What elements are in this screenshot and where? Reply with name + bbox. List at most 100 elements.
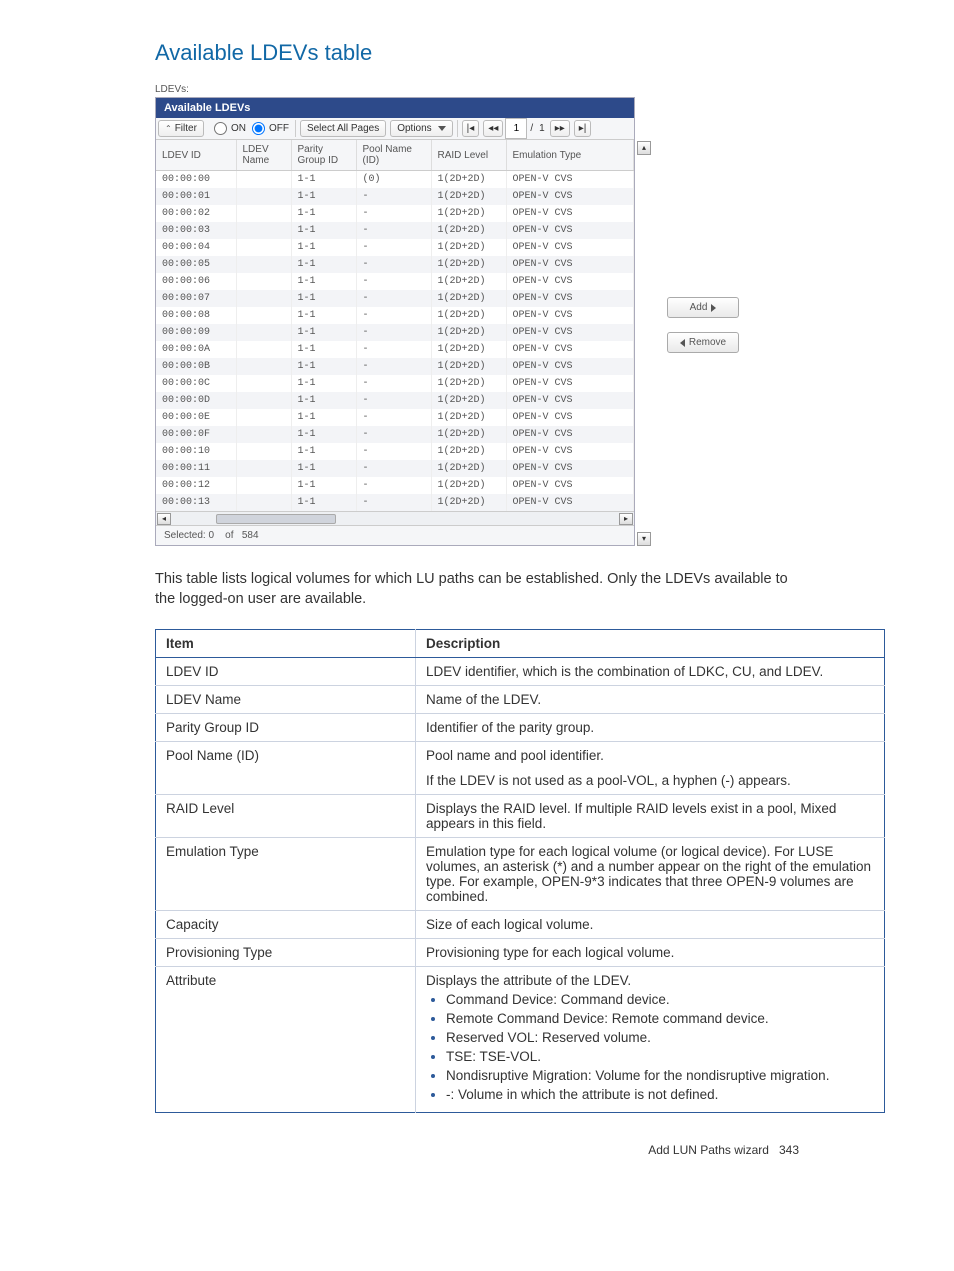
- cell-id: 00:00:0A: [156, 341, 236, 358]
- cell-pool: -: [356, 256, 431, 273]
- options-button[interactable]: Options: [390, 120, 452, 137]
- cell-id: 00:00:11: [156, 460, 236, 477]
- desc-item: LDEV Name: [156, 686, 416, 714]
- cell-emu: OPEN-V CVS: [506, 273, 634, 290]
- table-row[interactable]: 00:00:0D1-1-1(2D+2D)OPEN-V CVS: [156, 392, 634, 409]
- body-text: This table lists logical volumes for whi…: [155, 570, 799, 609]
- cell-pg: 1-1: [291, 256, 356, 273]
- cell-id: 00:00:0D: [156, 392, 236, 409]
- desc-item: Provisioning Type: [156, 939, 416, 967]
- chevron-down-icon: [438, 126, 446, 131]
- table-row[interactable]: 00:00:061-1-1(2D+2D)OPEN-V CVS: [156, 273, 634, 290]
- select-all-pages-button[interactable]: Select All Pages: [300, 120, 386, 137]
- footer-text: Add LUN Paths wizard: [648, 1143, 769, 1157]
- table-row[interactable]: 00:00:031-1-1(2D+2D)OPEN-V CVS: [156, 222, 634, 239]
- table-row[interactable]: 00:00:0F1-1-1(2D+2D)OPEN-V CVS: [156, 426, 634, 443]
- cell-raid: 1(2D+2D): [431, 239, 506, 256]
- pager-last-button[interactable]: ▸|: [574, 120, 592, 137]
- table-row[interactable]: 00:00:071-1-1(2D+2D)OPEN-V CVS: [156, 290, 634, 307]
- vscroll-down-icon[interactable]: ▾: [637, 532, 651, 546]
- cell-pg: 1-1: [291, 358, 356, 375]
- ldevs-label: LDEVs:: [155, 84, 799, 95]
- cell-pg: 1-1: [291, 477, 356, 494]
- table-row[interactable]: 00:00:091-1-1(2D+2D)OPEN-V CVS: [156, 324, 634, 341]
- table-row[interactable]: 00:00:0B1-1-1(2D+2D)OPEN-V CVS: [156, 358, 634, 375]
- table-header-row: LDEV ID LDEV Name Parity Group ID Pool N…: [156, 140, 634, 171]
- cell-pool: -: [356, 494, 431, 511]
- desc-item: Emulation Type: [156, 838, 416, 911]
- col-pool-name[interactable]: Pool Name (ID): [356, 140, 431, 171]
- filter-off-radio[interactable]: [252, 122, 265, 135]
- table-row[interactable]: 00:00:111-1-1(2D+2D)OPEN-V CVS: [156, 460, 634, 477]
- hscroll-left-icon[interactable]: ◂: [157, 513, 171, 525]
- add-button[interactable]: Add: [667, 297, 739, 318]
- desc-description: Identifier of the parity group.: [416, 714, 885, 742]
- desc-row: Parity Group IDIdentifier of the parity …: [156, 714, 885, 742]
- selection-footer: Selected: 0 of 584: [156, 525, 634, 545]
- desc-description: Name of the LDEV.: [416, 686, 885, 714]
- pager-first-button[interactable]: |◂: [462, 120, 480, 137]
- filter-button[interactable]: ⌃ Filter: [158, 120, 204, 137]
- table-row[interactable]: 00:00:001-1(0)1(2D+2D)OPEN-V CVS: [156, 171, 634, 189]
- hscroll-right-icon[interactable]: ▸: [619, 513, 633, 525]
- cell-pg: 1-1: [291, 443, 356, 460]
- pager-next-button[interactable]: ▸▸: [550, 120, 570, 137]
- cell-id: 00:00:0C: [156, 375, 236, 392]
- cell-emu: OPEN-V CVS: [506, 341, 634, 358]
- table-row[interactable]: 00:00:0A1-1-1(2D+2D)OPEN-V CVS: [156, 341, 634, 358]
- table-row[interactable]: 00:00:0C1-1-1(2D+2D)OPEN-V CVS: [156, 375, 634, 392]
- cell-pg: 1-1: [291, 205, 356, 222]
- cell-pg: 1-1: [291, 324, 356, 341]
- table-row[interactable]: 00:00:101-1-1(2D+2D)OPEN-V CVS: [156, 443, 634, 460]
- cell-pg: 1-1: [291, 307, 356, 324]
- selected-count: 0: [208, 530, 214, 541]
- table-row[interactable]: 00:00:131-1-1(2D+2D)OPEN-V CVS: [156, 494, 634, 511]
- cell-name: [236, 256, 291, 273]
- of-label: of: [225, 530, 233, 541]
- col-raid-level[interactable]: RAID Level: [431, 140, 506, 171]
- filter-label: Filter: [175, 123, 197, 134]
- cell-name: [236, 341, 291, 358]
- arrow-right-icon: [711, 304, 716, 312]
- desc-description: Emulation type for each logical volume (…: [416, 838, 885, 911]
- table-row[interactable]: 00:00:011-1-1(2D+2D)OPEN-V CVS: [156, 188, 634, 205]
- col-ldev-id[interactable]: LDEV ID: [156, 140, 236, 171]
- col-parity-group[interactable]: Parity Group ID: [291, 140, 356, 171]
- cell-pg: 1-1: [291, 460, 356, 477]
- hscroll-thumb[interactable]: [216, 514, 336, 524]
- remove-label: Remove: [689, 337, 726, 348]
- cell-id: 00:00:04: [156, 239, 236, 256]
- col-ldev-name[interactable]: LDEV Name: [236, 140, 291, 171]
- cell-id: 00:00:08: [156, 307, 236, 324]
- cell-name: [236, 443, 291, 460]
- vscroll[interactable]: ▴ ▾: [637, 141, 651, 546]
- col-emulation-type[interactable]: Emulation Type: [506, 140, 634, 171]
- vscroll-up-icon[interactable]: ▴: [637, 141, 651, 155]
- cell-raid: 1(2D+2D): [431, 494, 506, 511]
- cell-pool: -: [356, 273, 431, 290]
- cell-emu: OPEN-V CVS: [506, 205, 634, 222]
- table-row[interactable]: 00:00:0E1-1-1(2D+2D)OPEN-V CVS: [156, 409, 634, 426]
- cell-pg: 1-1: [291, 341, 356, 358]
- pager-prev-button[interactable]: ◂◂: [483, 120, 503, 137]
- filter-on-radio[interactable]: [214, 122, 227, 135]
- ldevs-table: LDEV ID LDEV Name Parity Group ID Pool N…: [156, 140, 634, 511]
- table-row[interactable]: 00:00:041-1-1(2D+2D)OPEN-V CVS: [156, 239, 634, 256]
- table-row[interactable]: 00:00:081-1-1(2D+2D)OPEN-V CVS: [156, 307, 634, 324]
- cell-raid: 1(2D+2D): [431, 341, 506, 358]
- table-row[interactable]: 00:00:021-1-1(2D+2D)OPEN-V CVS: [156, 205, 634, 222]
- panel-header: Available LDEVs: [156, 98, 634, 118]
- hscroll[interactable]: ◂ ▸: [156, 511, 634, 525]
- cell-pool: -: [356, 239, 431, 256]
- table-row[interactable]: 00:00:051-1-1(2D+2D)OPEN-V CVS: [156, 256, 634, 273]
- table-row[interactable]: 00:00:121-1-1(2D+2D)OPEN-V CVS: [156, 477, 634, 494]
- cell-name: [236, 460, 291, 477]
- cell-name: [236, 239, 291, 256]
- desc-bullet: Command Device: Command device.: [446, 992, 874, 1007]
- cell-id: 00:00:09: [156, 324, 236, 341]
- remove-button[interactable]: Remove: [667, 332, 739, 353]
- cell-name: [236, 307, 291, 324]
- desc-description: Pool name and pool identifier.If the LDE…: [416, 742, 885, 795]
- pager-current-input[interactable]: [505, 118, 527, 139]
- cell-emu: OPEN-V CVS: [506, 290, 634, 307]
